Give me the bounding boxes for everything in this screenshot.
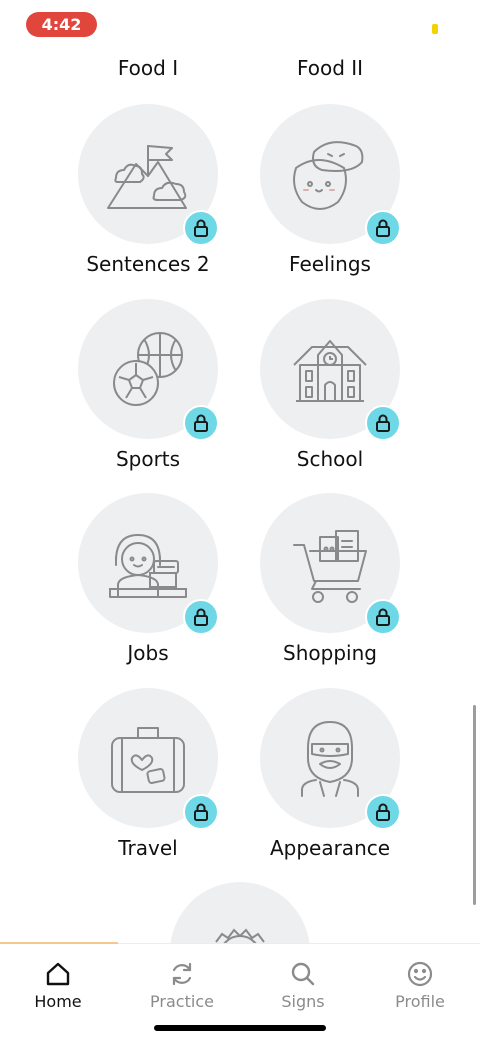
- tab-label: Profile: [395, 992, 445, 1011]
- lock-icon: [183, 599, 219, 635]
- lesson-label: Sports: [115, 447, 181, 471]
- lesson-bubble[interactable]: [170, 882, 310, 943]
- smiley-icon: [407, 961, 433, 987]
- lesson-label-food-1[interactable]: Food I: [48, 56, 248, 80]
- lock-icon: [365, 210, 401, 246]
- lesson-label: Travel: [118, 836, 178, 860]
- lesson-school[interactable]: School: [230, 299, 430, 489]
- tab-home[interactable]: Home: [3, 960, 113, 1020]
- tab-practice[interactable]: Practice: [127, 960, 237, 1020]
- home-icon: [46, 962, 70, 986]
- soccer-basketball-icon: [113, 332, 183, 406]
- lesson-label: Feelings: [289, 252, 371, 276]
- tab-label: Practice: [150, 992, 214, 1011]
- lesson-feelings[interactable]: Feelings: [230, 104, 430, 294]
- school-building-icon: [293, 340, 367, 402]
- mountain-flag-icon: [107, 145, 187, 209]
- status-bar: 4:42: [0, 0, 480, 50]
- lion-face-icon: [215, 928, 265, 943]
- status-time: 4:42: [26, 12, 97, 37]
- cashier-icon: [109, 533, 187, 598]
- lesson-label: Appearance: [269, 836, 391, 860]
- lesson-label: Sentences 2: [86, 252, 210, 276]
- battery-indicator: [432, 24, 438, 34]
- bearded-man-icon: [301, 721, 359, 797]
- lesson-grid: Food I Food II Sentences 2 Feelings Spor…: [0, 50, 480, 943]
- lock-icon: [183, 405, 219, 441]
- scrollbar[interactable]: [473, 705, 476, 905]
- lesson-shopping[interactable]: Shopping: [230, 493, 430, 683]
- emotion-faces-icon: [293, 141, 364, 210]
- lesson-label: School: [296, 447, 364, 471]
- lesson-sports[interactable]: Sports: [48, 299, 248, 489]
- lock-icon: [183, 210, 219, 246]
- lesson-label: Shopping: [283, 641, 377, 665]
- lesson-sentences-2[interactable]: Sentences 2: [48, 104, 248, 294]
- lesson-label: Jobs: [127, 641, 169, 665]
- lock-icon: [183, 794, 219, 830]
- refresh-icon: [172, 962, 192, 986]
- tab-label: Signs: [281, 992, 325, 1011]
- lesson-jobs[interactable]: Jobs: [48, 493, 248, 683]
- tab-label: Home: [34, 992, 82, 1011]
- lock-icon: [365, 405, 401, 441]
- progress-line: [0, 942, 118, 944]
- lesson-label-food-2[interactable]: Food II: [230, 56, 430, 80]
- suitcase-icon: [111, 727, 185, 793]
- shopping-cart-icon: [293, 530, 367, 603]
- tab-bar: Home Practice Signs Profile: [0, 942, 480, 1039]
- tab-signs[interactable]: Signs: [248, 960, 358, 1020]
- search-icon: [291, 962, 315, 986]
- lock-icon: [365, 794, 401, 830]
- lesson-appearance[interactable]: Appearance: [230, 688, 430, 878]
- lesson-partial[interactable]: [140, 882, 340, 943]
- tab-profile[interactable]: Profile: [365, 960, 475, 1020]
- lock-icon: [365, 599, 401, 635]
- home-indicator[interactable]: [154, 1025, 326, 1031]
- lesson-travel[interactable]: Travel: [48, 688, 248, 878]
